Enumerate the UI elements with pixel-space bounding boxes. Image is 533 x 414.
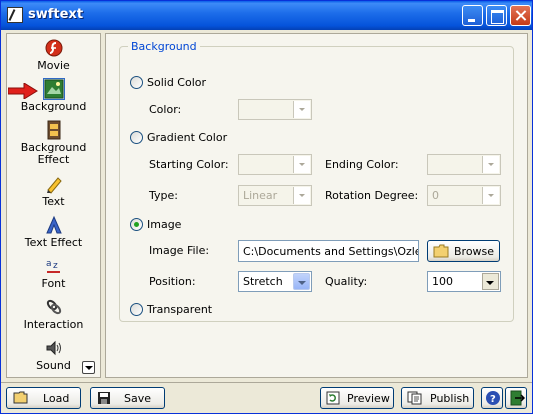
quality-label: Quality: xyxy=(325,275,368,288)
image-radio[interactable] xyxy=(130,218,143,231)
svg-text:?: ? xyxy=(490,394,496,405)
floppy-disk-icon xyxy=(98,392,110,404)
starting-color-label: Starting Color: xyxy=(149,158,229,171)
chevron-down-icon xyxy=(482,273,499,290)
quality-select[interactable]: 100 xyxy=(427,271,501,292)
browse-button[interactable]: Browse xyxy=(427,240,500,262)
chevron-down-icon xyxy=(293,273,310,290)
film-icon xyxy=(47,120,60,140)
gradient-color-label: Gradient Color xyxy=(147,131,228,144)
image-file-label: Image File: xyxy=(149,244,210,257)
sidebar-item-font[interactable]: a z Font xyxy=(7,256,100,290)
rotation-degree-label: Rotation Degree: xyxy=(325,189,419,202)
sidebar-item-label: Background Effect xyxy=(20,141,87,166)
sidebar-item-interaction[interactable]: Interaction xyxy=(7,297,100,331)
maximize-button[interactable] xyxy=(486,5,507,26)
color-picker[interactable] xyxy=(238,99,312,120)
chevron-down-icon xyxy=(482,156,499,173)
publish-icon xyxy=(407,391,422,405)
sidebar-item-label: Background xyxy=(20,100,87,113)
minimize-button[interactable] xyxy=(462,5,483,26)
type-label: Type: xyxy=(149,189,178,202)
app-window: swftext Movie Background Background Effe… xyxy=(0,0,533,414)
position-label: Position: xyxy=(149,275,196,288)
folder-open-icon xyxy=(13,391,28,404)
sidebar-item-movie[interactable]: Movie xyxy=(7,38,100,72)
starting-color-picker[interactable] xyxy=(238,154,312,175)
solid-color-label: Solid Color xyxy=(147,76,207,89)
window-title: swftext xyxy=(28,7,84,22)
transparent-label: Transparent xyxy=(147,303,213,316)
app-icon xyxy=(7,7,23,23)
chevron-down-icon xyxy=(293,101,310,118)
flash-icon xyxy=(45,39,62,57)
load-button[interactable]: Load xyxy=(6,387,81,409)
publish-button[interactable]: Publish xyxy=(401,387,474,409)
sidebar-item-label: Font xyxy=(41,277,66,290)
transparent-radio[interactable] xyxy=(130,303,143,316)
footer-divider xyxy=(1,382,532,383)
help-button[interactable]: ? xyxy=(481,387,503,409)
folder-icon xyxy=(433,244,449,258)
sidebar-item-text-effect[interactable]: Text Effect xyxy=(7,215,100,249)
background-group: Background Solid Color Color: Gradient C… xyxy=(119,40,514,322)
gradient-type-select[interactable]: Linear xyxy=(238,185,312,206)
speaker-icon xyxy=(46,340,61,356)
link-icon xyxy=(46,299,61,315)
image-file-input[interactable]: C:\Documents and Settings\Ozlem\ xyxy=(238,240,419,262)
gradient-color-radio[interactable] xyxy=(130,131,143,144)
exit-button[interactable] xyxy=(505,387,527,409)
chevron-down-icon xyxy=(293,156,310,173)
sidebar-item-label: Text xyxy=(42,195,65,208)
title-bar[interactable]: swftext xyxy=(1,1,532,30)
pencil-icon xyxy=(46,177,62,194)
svg-text:a: a xyxy=(46,259,52,269)
refresh-icon xyxy=(326,391,340,405)
preview-button[interactable]: Preview xyxy=(320,387,394,409)
image-label: Image xyxy=(147,218,182,231)
chevron-down-icon xyxy=(293,187,310,204)
sidebar-item-label: Text Effect xyxy=(24,236,83,249)
chevron-down-icon xyxy=(482,187,499,204)
help-icon: ? xyxy=(486,391,500,405)
save-button[interactable]: Save xyxy=(90,387,165,409)
group-legend: Background xyxy=(128,40,200,53)
settings-panel: Background Solid Color Color: Gradient C… xyxy=(105,33,528,378)
exit-door-icon xyxy=(510,390,525,406)
solid-color-radio[interactable] xyxy=(130,76,143,89)
ending-color-picker[interactable] xyxy=(427,154,501,175)
rotation-degree-select[interactable]: 0 xyxy=(427,185,501,206)
color-label: Color: xyxy=(149,103,182,116)
text-effect-icon xyxy=(45,215,62,234)
sidebar-item-label: Movie xyxy=(37,59,70,72)
sidebar-item-background-effect[interactable]: Background Effect xyxy=(7,120,100,166)
svg-text:z: z xyxy=(53,261,58,271)
sidebar-scroll-down-button[interactable] xyxy=(82,361,95,374)
sidebar-item-label: Interaction xyxy=(23,318,84,331)
close-button[interactable] xyxy=(510,5,531,26)
ending-color-label: Ending Color: xyxy=(325,158,399,171)
background-icon xyxy=(42,78,65,100)
font-icon: a z xyxy=(46,259,60,273)
sidebar-item-text[interactable]: Text xyxy=(7,174,100,208)
selection-arrow-icon xyxy=(8,83,38,99)
position-select[interactable]: Stretch xyxy=(238,271,312,292)
